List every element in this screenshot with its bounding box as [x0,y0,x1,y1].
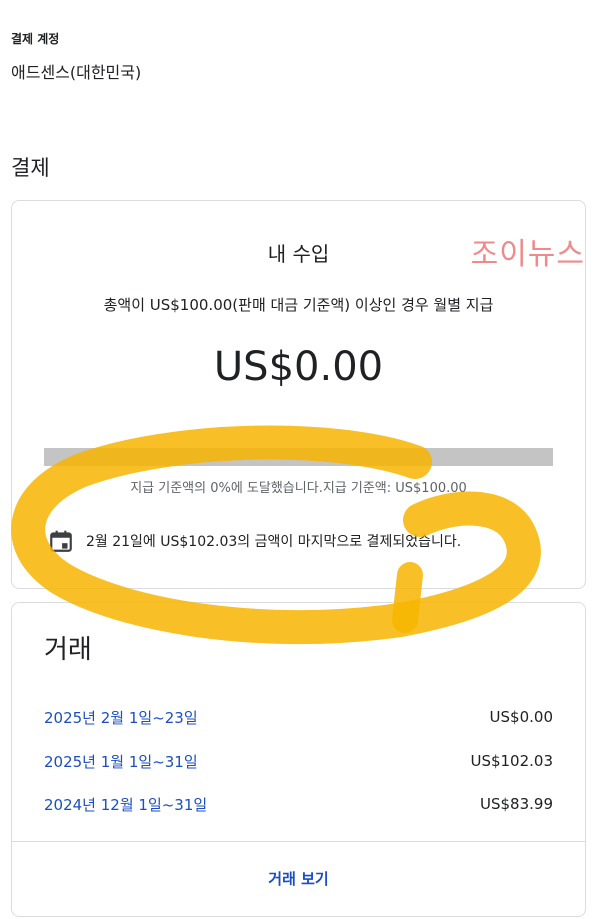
transactions-title: 거래 [44,635,92,665]
progress-text: 지급 기준액의 0%에 도달했습니다.지급 기준액: US$100.00 [130,481,467,496]
account-name: 애드센스(대한민국) [11,63,142,82]
transaction-row: 2025년 1월 1일~31일 US$102.03 [44,750,553,772]
account-label: 결제 계정 [11,32,60,46]
last-payment-info: 2월 21일에 US$102.03의 금액이 마지막으로 결제되었습니다. [48,528,461,554]
calendar-icon [48,528,74,554]
divider [12,841,585,842]
balance-amount: US$0.00 [213,344,384,390]
transaction-period-link[interactable]: 2025년 1월 1일~31일 [44,751,198,772]
watermark: 조이뉴스 [470,237,585,272]
section-title: 결제 [11,156,50,180]
transactions-card: 거래 2025년 2월 1일~23일 US$0.00 2025년 1월 1일~3… [11,602,586,917]
transaction-period-link[interactable]: 2024년 12월 1일~31일 [44,794,207,815]
transaction-amount: US$83.99 [480,795,553,813]
transaction-period-link[interactable]: 2025년 2월 1일~23일 [44,707,198,728]
threshold-note: 총액이 US$100.00(판매 대금 기준액) 이상인 경우 월별 지급 [103,296,494,314]
transaction-row: 2025년 2월 1일~23일 US$0.00 [44,706,553,728]
earnings-card: 내 수입 조이뉴스 총액이 US$100.00(판매 대금 기준액) 이상인 경… [11,200,586,589]
transaction-amount: US$0.00 [489,708,553,726]
payment-progress-bar [44,448,553,466]
last-payment-text: 2월 21일에 US$102.03의 금액이 마지막으로 결제되었습니다. [86,534,462,550]
transaction-row: 2024년 12월 1일~31일 US$83.99 [44,793,553,815]
view-transactions-button[interactable]: 거래 보기 [12,868,585,889]
transaction-amount: US$102.03 [470,752,553,770]
